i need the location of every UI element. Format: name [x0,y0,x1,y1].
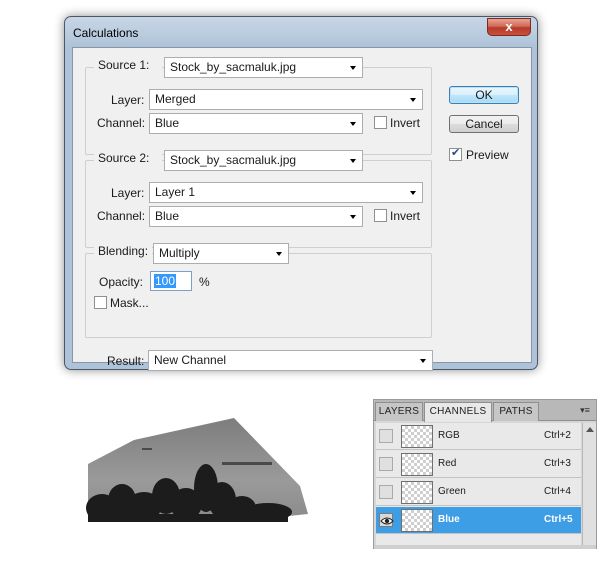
result-value: New Channel [154,353,227,367]
mask-label[interactable]: Mask... [110,296,149,310]
source2-group: Source 2: Stock_by_sacmaluk.jpg Layer: L… [85,150,432,248]
chevron-down-icon [276,252,282,256]
blending-value: Multiply [159,246,200,260]
dialog-client-area: Source 1: Stock_by_sacmaluk.jpg Layer: M… [72,47,532,371]
blending-select[interactable]: Multiply [153,243,289,264]
blending-group: Blending: Multiply Opacity: 100 % Mask..… [85,243,432,338]
tab-paths[interactable]: PATHS [493,402,539,421]
chevron-down-icon [350,159,356,163]
panel-footer [374,545,596,549]
source2-label: Source 2: [98,151,150,165]
channel-name: Red [438,458,457,469]
source1-channel-select[interactable]: Blue [149,113,363,134]
chevron-down-icon [420,359,426,363]
channel-name: Blue [438,514,460,525]
channel-row-blue[interactable]: Blue Ctrl+5 [376,507,581,534]
source2-channel-label: Channel: [97,209,146,223]
channel-row-green[interactable]: Green Ctrl+4 [376,479,581,506]
channel-shortcut: Ctrl+4 [544,486,571,497]
source1-legend: Source 1: [94,58,163,72]
source2-value: Stock_by_sacmaluk.jpg [170,153,297,167]
preview-label: Preview [466,148,509,162]
panel-tabbar: LAYERS CHANNELS PATHS ▾≡ [374,400,596,422]
channel-row-red[interactable]: Red Ctrl+3 [376,451,581,478]
channel-list-scrollbar[interactable] [582,423,596,545]
chevron-down-icon [350,66,356,70]
calculations-dialog: Calculations x Source 1: Stock_by_sacmal… [64,16,538,371]
channel-shortcut: Ctrl+2 [544,430,571,441]
dialog-titlebar[interactable]: Calculations x [65,17,537,47]
chevron-down-icon [410,98,416,102]
chevron-down-icon [350,215,356,219]
source1-layer-label: Layer: [111,93,145,107]
scroll-up-arrow-icon[interactable] [586,427,594,432]
source2-channel-value: Blue [155,209,180,223]
eye-icon [380,517,394,525]
chevron-down-icon [350,122,356,126]
source1-channel-label: Channel: [97,116,146,130]
visibility-toggle[interactable] [379,485,393,499]
blending-label: Blending: [98,244,149,258]
channel-thumbnail [401,481,433,504]
source2-channel-select[interactable]: Blue [149,206,363,227]
source1-invert-checkbox[interactable] [374,116,387,129]
source2-invert-label: Invert [390,209,421,223]
source1-layer-select[interactable]: Merged [149,89,423,110]
blending-legend: Blending: [94,244,153,258]
opacity-input[interactable]: 100 [150,271,192,291]
source1-channel-value: Blue [155,116,180,130]
channel-name: Green [438,486,466,497]
source2-invert-checkbox[interactable] [374,209,387,222]
channel-row-rgb[interactable]: RGB Ctrl+2 [376,423,581,450]
cancel-button[interactable]: Cancel [449,115,519,133]
tab-channels[interactable]: CHANNELS [424,402,492,422]
ok-button[interactable]: OK [449,86,519,104]
channel-thumbnail [401,509,433,532]
source1-value: Stock_by_sacmaluk.jpg [170,60,297,74]
dialog-title: Calculations [73,26,139,40]
channel-shortcut: Ctrl+3 [544,458,571,469]
result-select[interactable]: New Channel [148,350,433,371]
preview-checkbox[interactable] [449,146,462,161]
channel-name: RGB [438,430,460,441]
channel-shortcut: Ctrl+5 [544,514,573,525]
channel-preview-image [86,418,308,522]
channel-thumbnail [401,453,433,476]
visibility-toggle[interactable] [379,457,393,471]
opacity-label: Opacity: [99,275,144,289]
panel-menu-icon[interactable]: ▾≡ [577,404,593,416]
close-button[interactable]: x [487,18,531,36]
source2-layer-value: Layer 1 [155,185,196,199]
source2-layer-select[interactable]: Layer 1 [149,182,423,203]
source1-layer-value: Merged [155,92,196,106]
visibility-toggle[interactable] [379,429,393,443]
mask-checkbox[interactable] [94,296,107,309]
opacity-value: 100 [154,274,177,288]
channel-thumbnail [401,425,433,448]
source2-legend: Source 2: [94,151,163,165]
source2-select[interactable]: Stock_by_sacmaluk.jpg [164,150,363,171]
chevron-down-icon [410,191,416,195]
source1-label: Source 1: [98,58,150,72]
channels-panel: LAYERS CHANNELS PATHS ▾≡ RGB Ctrl+2 Red … [373,399,597,549]
tab-layers[interactable]: LAYERS [375,402,423,421]
opacity-unit: % [199,275,210,289]
source1-group: Source 1: Stock_by_sacmaluk.jpg Layer: M… [85,57,432,155]
source1-select[interactable]: Stock_by_sacmaluk.jpg [164,57,363,78]
visibility-toggle[interactable] [379,513,394,527]
source2-layer-label: Layer: [111,186,145,200]
close-icon: x [505,19,513,34]
channel-list: RGB Ctrl+2 Red Ctrl+3 Green Ctrl+4 Blue [376,423,581,545]
source1-invert-label: Invert [390,116,421,130]
result-label: Result: [107,354,145,368]
